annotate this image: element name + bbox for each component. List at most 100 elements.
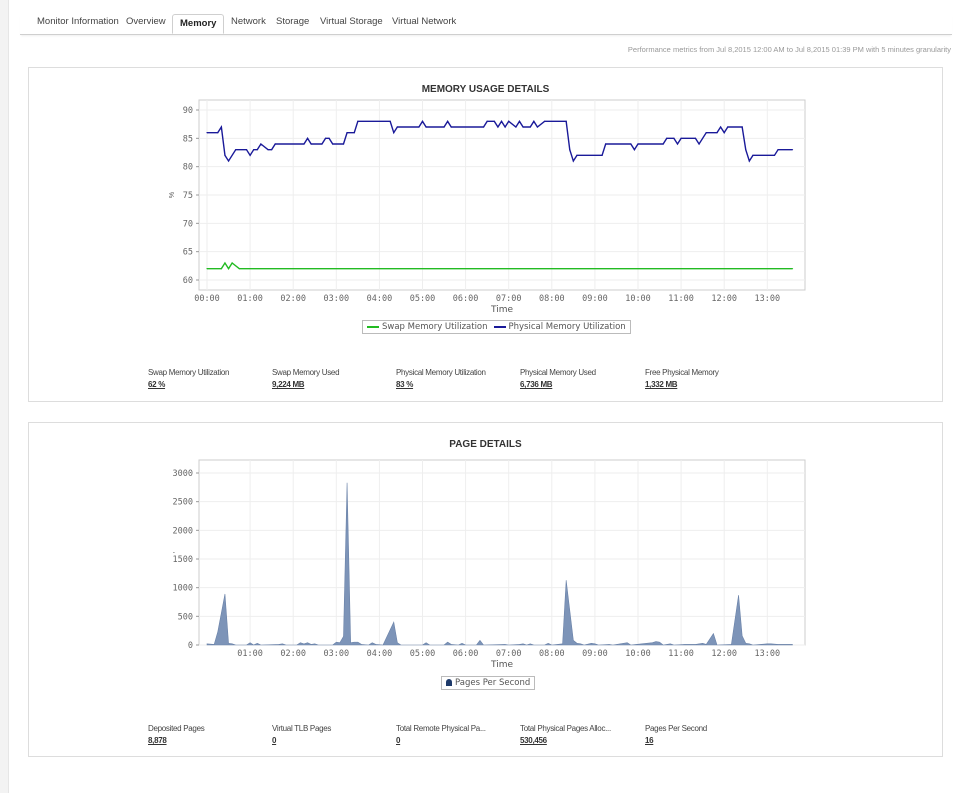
- y-tick-label: 1000: [173, 584, 193, 594]
- x-tick-label: 01:00: [237, 649, 263, 659]
- data-point: [791, 268, 794, 270]
- y-tick-label: 2000: [173, 526, 193, 536]
- data-point: [741, 126, 743, 128]
- data-point: [206, 268, 208, 270]
- data-point: [723, 132, 725, 134]
- data-point: [515, 126, 517, 128]
- data-point: [256, 149, 258, 151]
- data-point: [508, 120, 510, 122]
- x-tick-label: 02:00: [280, 294, 306, 304]
- y-axis-label: %: [169, 192, 176, 198]
- data-point: [605, 143, 607, 145]
- data-point: [748, 160, 750, 162]
- data-point: [220, 126, 222, 128]
- data-point: [321, 143, 323, 145]
- x-tick-label: 03:00: [324, 294, 350, 304]
- x-axis-label: Time: [490, 305, 513, 315]
- data-point: [522, 126, 524, 128]
- data-point: [666, 137, 668, 139]
- data-point: [271, 149, 273, 151]
- x-tick-label: 05:00: [410, 649, 436, 659]
- data-point: [791, 149, 794, 151]
- data-point: [777, 149, 779, 151]
- data-point: [745, 149, 747, 151]
- x-tick-label: 00:00: [194, 294, 220, 304]
- data-point: [572, 160, 574, 162]
- data-point: [447, 120, 449, 122]
- x-tick-label: 10:00: [625, 294, 651, 304]
- x-tick-label: 07:00: [496, 294, 522, 304]
- data-point: [227, 268, 230, 270]
- data-point: [267, 149, 269, 151]
- data-point: [544, 120, 546, 122]
- data-point: [450, 126, 452, 128]
- data-point: [676, 143, 679, 145]
- data-point: [533, 120, 535, 122]
- data-point: [346, 132, 348, 134]
- data-point: [518, 120, 521, 122]
- data-point: [274, 143, 276, 145]
- y-axis-label: ,: [169, 551, 176, 553]
- x-tick-label: 01:00: [237, 294, 263, 304]
- data-point: [601, 154, 603, 156]
- data-point: [497, 126, 499, 128]
- data-point: [662, 143, 664, 145]
- data-point: [238, 268, 240, 270]
- data-point: [425, 126, 427, 128]
- x-tick-label: 03:00: [324, 649, 350, 659]
- data-point: [217, 132, 219, 134]
- data-point: [220, 268, 222, 270]
- data-point: [328, 137, 330, 139]
- data-point: [353, 132, 355, 134]
- data-point: [698, 143, 700, 145]
- x-tick-label: 12:00: [711, 294, 737, 304]
- data-point: [680, 137, 682, 139]
- y-tick-label: 90: [183, 106, 193, 116]
- x-axis-label: Time: [490, 660, 513, 670]
- data-point: [227, 160, 230, 162]
- charts-layer: 00:00 01:00 02:00 03:00 04:00 05:00 06:00 07:00…: [169, 99, 806, 670]
- x-tick-label: 11:00: [668, 649, 694, 659]
- data-point: [418, 126, 420, 128]
- data-point: [253, 149, 255, 151]
- data-point: [752, 154, 754, 156]
- y-tick-label: 0: [188, 641, 193, 651]
- x-tick-label: 05:00: [410, 294, 436, 304]
- chart-0: 00:00 01:00 02:00 03:00 04:00 05:00 06:00 07:00…: [169, 99, 806, 315]
- data-point: [206, 132, 208, 134]
- x-tick-label: 11:00: [668, 294, 694, 304]
- data-point: [773, 154, 776, 156]
- x-tick-label: 12:00: [711, 649, 737, 659]
- data-point: [705, 132, 707, 134]
- data-point: [303, 143, 305, 145]
- data-point: [260, 143, 262, 145]
- data-point: [306, 137, 309, 139]
- y-tick-label: 85: [183, 134, 193, 144]
- data-point: [231, 262, 233, 264]
- data-point: [393, 132, 395, 134]
- y-tick-label: 70: [183, 219, 193, 229]
- data-point: [396, 126, 398, 128]
- data-point: [357, 120, 359, 122]
- x-tick-label: 09:00: [582, 294, 608, 304]
- y-tick-label: 3000: [173, 469, 193, 479]
- data-point: [500, 120, 503, 122]
- data-point: [342, 143, 345, 145]
- data-point: [421, 120, 424, 122]
- y-tick-label: 500: [178, 612, 193, 622]
- x-tick-label: 04:00: [367, 294, 393, 304]
- data-point: [389, 120, 391, 122]
- data-point: [569, 149, 571, 151]
- data-point: [694, 137, 697, 139]
- x-tick-label: 06:00: [453, 294, 479, 304]
- y-tick-label: 60: [183, 276, 193, 286]
- data-point: [727, 126, 729, 128]
- y-tick-label: 75: [183, 191, 193, 201]
- x-tick-label: 04:00: [367, 649, 393, 659]
- data-point: [565, 120, 567, 122]
- x-tick-label: 08:00: [539, 649, 565, 659]
- y-tick-label: 2500: [173, 498, 193, 508]
- data-point: [310, 143, 312, 145]
- plot-area: [198, 459, 806, 646]
- x-tick-label: 13:00: [755, 649, 781, 659]
